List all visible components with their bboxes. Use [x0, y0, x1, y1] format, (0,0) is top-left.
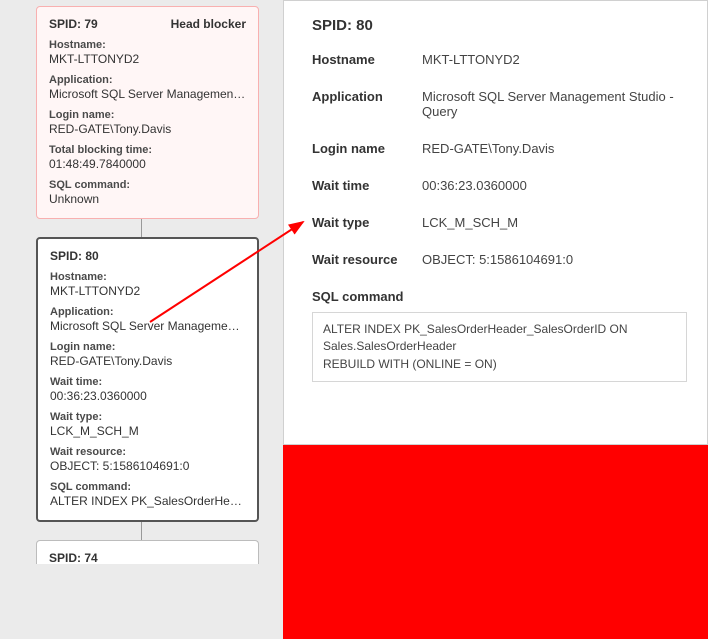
wait-resource-label: Wait resource:	[50, 446, 245, 458]
hostname-label: Hostname:	[49, 39, 246, 51]
tree-connector	[141, 522, 142, 540]
hostname-value: MKT-LTTONYD2	[49, 52, 246, 66]
login-name-value: RED-GATE\Tony.Davis	[49, 122, 246, 136]
detail-panel: SPID: 80 HostnameMKT-LTTONYD2 Applicatio…	[283, 0, 708, 445]
tree-connector	[141, 219, 142, 237]
login-name-label: Login name:	[49, 109, 246, 121]
annotation-background: SPID: 80 HostnameMKT-LTTONYD2 Applicatio…	[283, 0, 708, 639]
wait-time-value: 00:36:23.0360000	[50, 389, 245, 403]
blocking-time-value: 01:48:49.7840000	[49, 157, 246, 171]
sql-command-value: Unknown	[49, 192, 246, 206]
login-name-label: Login name	[312, 141, 422, 156]
sql-command-label: SQL command:	[49, 179, 246, 191]
head-blocker-badge: Head blocker	[171, 17, 246, 31]
wait-resource-value: OBJECT: 5:1586104691:0	[50, 459, 245, 473]
application-label: Application:	[49, 74, 246, 86]
wait-resource-value: OBJECT: 5:1586104691:0	[422, 252, 573, 267]
spid-label: SPID: 80	[50, 249, 99, 263]
sql-command-label: SQL command:	[50, 481, 245, 493]
wait-type-label: Wait type	[312, 215, 422, 230]
blocking-tree-column: SPID: 79 Head blocker Hostname:MKT-LTTON…	[0, 0, 283, 639]
hostname-label: Hostname:	[50, 271, 245, 283]
wait-time-label: Wait time:	[50, 376, 245, 388]
blocking-card-spid-74[interactable]: SPID: 74	[36, 540, 259, 564]
blocking-time-label: Total blocking time:	[49, 144, 246, 156]
application-value: Microsoft SQL Server Management Studio -…	[422, 89, 687, 119]
wait-type-value: LCK_M_SCH_M	[50, 424, 245, 438]
application-value: Microsoft SQL Server Management S...	[49, 87, 246, 101]
login-name-value: RED-GATE\Tony.Davis	[422, 141, 554, 156]
wait-resource-label: Wait resource	[312, 252, 422, 267]
login-name-value: RED-GATE\Tony.Davis	[50, 354, 245, 368]
hostname-value: MKT-LTTONYD2	[422, 52, 520, 67]
sql-command-value: ALTER INDEX PK_SalesOrderHeader_...	[50, 494, 245, 508]
sql-command-text[interactable]: ALTER INDEX PK_SalesOrderHeader_SalesOrd…	[312, 312, 687, 382]
login-name-label: Login name:	[50, 341, 245, 353]
hostname-label: Hostname	[312, 52, 422, 67]
detail-title: SPID: 80	[312, 17, 687, 34]
wait-time-value: 00:36:23.0360000	[422, 178, 527, 193]
wait-type-label: Wait type:	[50, 411, 245, 423]
sql-command-label: SQL command	[312, 289, 687, 304]
spid-label: SPID: 74	[49, 551, 98, 564]
blocking-card-spid-80[interactable]: SPID: 80 Hostname:MKT-LTTONYD2 Applicati…	[36, 237, 259, 522]
hostname-value: MKT-LTTONYD2	[50, 284, 245, 298]
blocking-card-spid-79[interactable]: SPID: 79 Head blocker Hostname:MKT-LTTON…	[36, 6, 259, 219]
wait-time-label: Wait time	[312, 178, 422, 193]
application-value: Microsoft SQL Server Management S...	[50, 319, 245, 333]
application-label: Application:	[50, 306, 245, 318]
application-label: Application	[312, 89, 422, 119]
wait-type-value: LCK_M_SCH_M	[422, 215, 518, 230]
spid-label: SPID: 79	[49, 17, 98, 31]
